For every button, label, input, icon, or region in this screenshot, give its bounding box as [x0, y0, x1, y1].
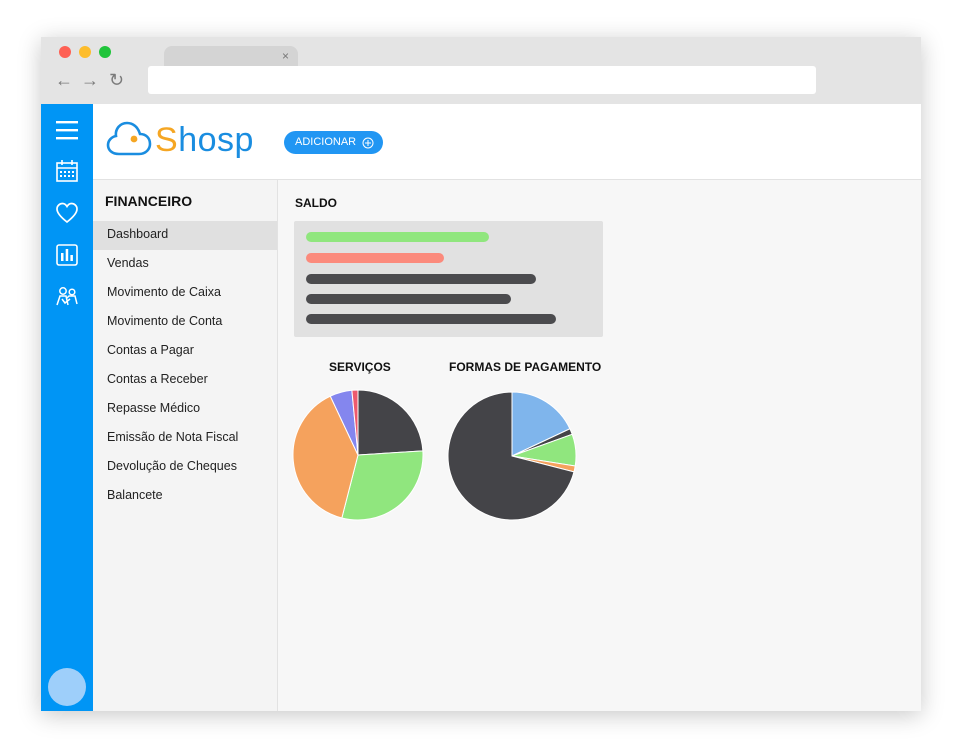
add-button-label: ADICIONAR — [295, 136, 357, 148]
menu-item[interactable]: Movimento de Conta — [93, 308, 277, 337]
bar-chart-icon[interactable] — [54, 242, 80, 268]
menu-item[interactable]: Repasse Médico — [93, 395, 277, 424]
maximize-window-dot[interactable] — [99, 46, 111, 58]
icon-sidebar — [41, 104, 93, 711]
minimize-window-dot[interactable] — [79, 46, 91, 58]
shosp-logo-icon — [106, 121, 152, 156]
menu-item[interactable]: Contas a Receber — [93, 366, 277, 395]
browser-chrome: × ← → ↻ — [41, 37, 921, 104]
browser-window: × ← → ↻ Shosp ADICIONAR FINANCEIRO Dashb… — [41, 37, 921, 711]
add-circle-icon — [362, 137, 374, 148]
menu-item[interactable]: Contas a Pagar — [93, 337, 277, 366]
dashboard-content: SALDO SERVIÇOS FORMAS DE PAGAMENTO — [278, 180, 921, 711]
back-icon[interactable]: ← — [55, 70, 73, 90]
servicos-title: SERVIÇOS — [329, 360, 391, 374]
brand-name-prefix: S — [155, 121, 179, 159]
menu-list: Dashboard Vendas Movimento de Caixa Movimen… — [93, 221, 277, 511]
menu-item[interactable]: Devolução de Cheques — [93, 453, 277, 482]
app-header: Shosp ADICIONAR — [93, 104, 921, 180]
formas-pagamento-pie-chart — [447, 391, 577, 521]
saldo-bar — [306, 274, 536, 284]
add-button[interactable]: ADICIONAR — [284, 131, 384, 154]
menu-item[interactable]: Vendas — [93, 250, 277, 279]
menu-item[interactable]: Movimento de Caixa — [93, 279, 277, 308]
menu-icon[interactable] — [54, 117, 80, 143]
pie-slice — [357, 389, 424, 456]
user-avatar[interactable] — [48, 668, 86, 706]
saldo-title: SALDO — [295, 196, 337, 210]
servicos-pie-chart — [292, 389, 424, 521]
saldo-panel — [294, 221, 603, 337]
heart-icon[interactable] — [54, 200, 80, 226]
menu-title: FINANCEIRO — [105, 193, 193, 209]
address-bar[interactable] — [148, 66, 816, 94]
brand-name: Shosp — [155, 119, 254, 161]
financeiro-menu: FINANCEIRO Dashboard Vendas Movimento de C… — [93, 180, 278, 711]
close-window-dot[interactable] — [59, 46, 71, 58]
brand-name-rest: hosp — [178, 121, 254, 159]
calendar-icon[interactable] — [54, 158, 80, 184]
tab-close-icon[interactable]: × — [282, 49, 289, 63]
reload-icon[interactable]: ↻ — [109, 70, 124, 90]
formas-pagamento-title: FORMAS DE PAGAMENTO — [449, 360, 602, 374]
saldo-bar — [306, 253, 444, 263]
forward-icon[interactable]: → — [81, 70, 99, 90]
menu-item[interactable]: Balancete — [93, 482, 277, 511]
people-icon[interactable] — [54, 284, 80, 310]
menu-item[interactable]: Dashboard — [93, 221, 277, 250]
browser-tab[interactable]: × — [164, 46, 298, 66]
saldo-bar — [306, 314, 556, 324]
saldo-bar — [306, 294, 511, 304]
menu-item[interactable]: Emissão de Nota Fiscal — [93, 424, 277, 453]
saldo-bar — [306, 232, 489, 242]
